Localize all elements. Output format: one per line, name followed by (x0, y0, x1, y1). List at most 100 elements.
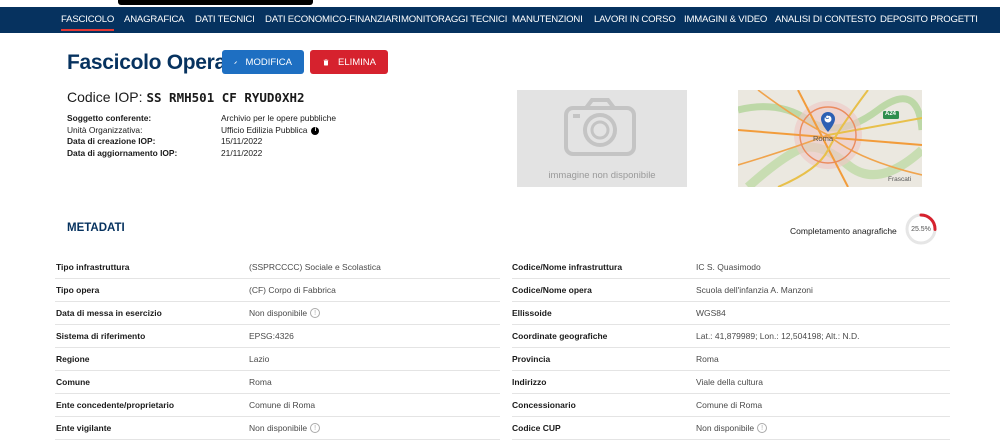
field-value-text: Lat.: 41,879989; Lon.: 12,504198; Alt.: … (696, 331, 860, 341)
info-label: Unità Organizzativa: (67, 124, 143, 135)
field-value: IC S. Quasimodo (696, 262, 761, 272)
edit-button[interactable]: MODIFICA (222, 50, 304, 74)
completion-ring: 25.5% (904, 212, 938, 246)
info-icon[interactable]: i (311, 126, 320, 135)
table-row: Codice CUP Non disponibile! (512, 417, 950, 440)
table-row: Sistema di riferimento EPSG:4326 (55, 325, 500, 348)
map-road-label: A24 (885, 111, 897, 117)
field-value: Comune di Roma (249, 400, 315, 410)
field-label: Codice CUP (512, 423, 561, 433)
section-title: METADATI (67, 222, 125, 234)
trash-icon (323, 59, 329, 65)
table-row: Tipo opera (CF) Corpo di Fabbrica (55, 279, 500, 302)
info-value: Ufficio Edilizia Pubblica i (221, 124, 320, 137)
tab-fascicolo[interactable]: FASCICOLO (61, 13, 114, 31)
table-row: Ente concedente/proprietario Comune di Ro… (55, 394, 500, 417)
map-city-label: Roma (813, 134, 834, 143)
help-icon[interactable]: ! (310, 308, 321, 318)
field-value: Lazio (249, 354, 269, 364)
image-placeholder-caption: immagine non disponibile (548, 170, 656, 181)
field-value: Scuola dell'infanzia A. Manzoni (696, 285, 813, 295)
page-title: Fascicolo Opera (67, 51, 226, 74)
field-label: Indirizzo (512, 377, 547, 387)
info-block: Soggetto conferente: Archivio per le oper… (67, 113, 336, 160)
info-label: Soggetto conferente: (67, 113, 152, 123)
metadata-table-left: Tipo infrastruttura (SSPRCCCC) Sociale e … (55, 256, 500, 440)
field-label: Codice/Nome opera (512, 285, 592, 295)
top-strip (0, 0, 1000, 7)
info-row: Data di aggiornamento IOP: 21/11/2022 (67, 148, 336, 160)
field-value: EPSG:4326 (249, 331, 294, 341)
tab-lavori-in-corso[interactable]: LAVORI IN CORSO (594, 13, 676, 27)
field-value: (CF) Corpo di Fabbrica (249, 285, 336, 295)
field-value-text: Comune di Roma (696, 400, 763, 410)
table-row: Concessionario Comune di Roma (512, 394, 950, 417)
field-value: Non disponibile! (249, 423, 321, 433)
field-label: Sistema di riferimento (56, 331, 146, 341)
field-value: Comune di Roma (696, 400, 762, 410)
tab-dati-economico-finanziari[interactable]: DATI ECONOMICO-FINANZIARI (265, 13, 401, 27)
field-value-text: (CF) Corpo di Fabbrica (249, 285, 336, 295)
table-row: Codice/Nome infrastruttura IC S. Quasimod… (512, 256, 950, 279)
tab-immagini-video[interactable]: IMMAGINI & VIDEO (684, 13, 767, 27)
info-value-text: Ufficio Edilizia Pubblica (221, 124, 308, 135)
map-area-label: Frascati (888, 176, 912, 183)
field-value: Non disponibile! (249, 308, 321, 318)
completion-label: Completamento anagrafiche (790, 226, 897, 236)
table-row: Comune Roma (55, 371, 500, 394)
delete-button[interactable]: ELIMINA (310, 50, 388, 74)
tab-monitoraggi-tecnici[interactable]: MONITORAGGI TECNICI (401, 13, 507, 27)
field-value-text: Non disponibile (696, 423, 755, 433)
help-icon[interactable]: ! (310, 423, 321, 433)
tab-deposito-progetti[interactable]: DEPOSITO PROGETTI (880, 13, 978, 27)
info-row: Unità Organizzativa: Ufficio Edilizia Pub… (67, 125, 336, 137)
field-value-text: (SSPRCCCC) Sociale e Scolastica (249, 262, 381, 272)
delete-button-label: ELIMINA (337, 56, 376, 68)
field-value-text: IC S. Quasimodo (696, 262, 761, 272)
field-label: Data di messa in esercizio (56, 308, 162, 318)
tab-dati-tecnici[interactable]: DATI TECNICI (195, 13, 255, 27)
table-row: Regione Lazio (55, 348, 500, 371)
edit-button-label: MODIFICA (245, 56, 292, 68)
info-value: 15/11/2022 (221, 136, 263, 147)
field-value-text: Non disponibile (249, 308, 308, 318)
field-value: Viale della cultura (696, 377, 763, 387)
help-icon[interactable]: ! (757, 423, 768, 433)
iop-label: Codice IOP: (67, 89, 143, 105)
info-label: Data di aggiornamento IOP: (67, 148, 178, 159)
info-label: Data di creazione IOP: (67, 136, 156, 147)
camera-icon (564, 98, 636, 156)
field-value: WGS84 (696, 308, 726, 318)
tab-analisi-di-contesto[interactable]: ANALISI DI CONTESTO (775, 13, 876, 27)
field-value-text: Lazio (249, 354, 270, 364)
field-label: Ente vigilante (56, 423, 112, 433)
field-label: Tipo opera (56, 285, 100, 295)
iop-code: Codice IOP: SS RMH501 CF RYUD0XH2 (67, 89, 305, 105)
info-row: Data di creazione IOP: 15/11/2022 (67, 136, 336, 148)
field-label: Codice/Nome infrastruttura (512, 262, 623, 272)
cropped-heading (118, 0, 313, 5)
field-label: Tipo infrastruttura (56, 262, 130, 272)
field-label: Provincia (512, 354, 551, 364)
info-value: Archivio per le opere pubbliche (221, 113, 336, 123)
table-row: Provincia Roma (512, 348, 950, 371)
field-value-text: Roma (696, 354, 719, 364)
field-value-text: Non disponibile (249, 423, 308, 433)
table-row: Coordinate geografiche Lat.: 41,879989; L… (512, 325, 950, 348)
field-label: Ellissoide (512, 308, 552, 318)
main-nav: FASCICOLO ANAGRAFICA DATI TECNICI DATI E… (0, 7, 1000, 33)
field-label: Ente concedente/proprietario (56, 400, 175, 410)
field-label: Concessionario (512, 400, 576, 410)
field-value-text: Viale della cultura (696, 377, 763, 387)
table-row: Ente vigilante Non disponibile! (55, 417, 500, 440)
tab-manutenzioni[interactable]: MANUTENZIONI (512, 13, 583, 27)
field-value-text: WGS84 (696, 308, 726, 318)
tab-anagrafica[interactable]: ANAGRAFICA (124, 13, 185, 27)
field-value: (SSPRCCCC) Sociale e Scolastica (249, 262, 381, 272)
table-row: Ellissoide WGS84 (512, 302, 950, 325)
field-value: Lat.: 41,879989; Lon.: 12,504198; Alt.: … (696, 331, 860, 341)
field-value-text: Scuola dell'infanzia A. Manzoni (696, 285, 813, 295)
info-row: Soggetto conferente: Archivio per le oper… (67, 113, 336, 125)
field-value: Non disponibile! (696, 423, 768, 433)
location-map[interactable]: A24 C Roma Frascati (738, 90, 922, 187)
